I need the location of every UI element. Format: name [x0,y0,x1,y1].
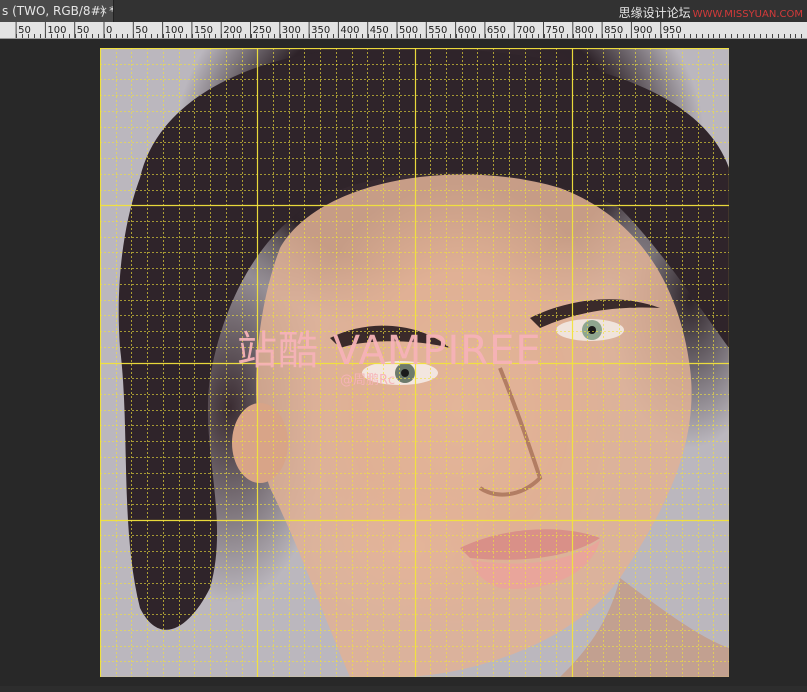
status-strip [0,686,807,692]
ruler-label-1: 50 [135,25,148,36]
site-watermark-english: WWW.MISSYUAN.COM [692,9,803,20]
document-tab-bar: s (TWO, RGB/8#) * × 思缘设计论坛 WWW.MISSYUAN.C… [0,0,807,23]
ruler-label-left-2: 50 [77,25,90,36]
document-tab[interactable]: s (TWO, RGB/8#) * × [0,0,114,22]
site-watermark-chinese: 思缘设计论坛 [618,6,691,20]
overlay-title-text: 站酷 VAMPIREE [237,328,542,374]
overlay-author-text: @周鹏Rc [340,373,396,388]
close-icon[interactable]: × [99,0,108,22]
ruler-label-3: 150 [194,25,213,36]
ruler-label-0: 0 [106,25,112,36]
ruler-label-16: 800 [575,25,594,36]
image-canvas[interactable]: 站酷 VAMPIREE @周鹏Rc [100,48,729,677]
ruler-label-6: 300 [282,25,301,36]
ruler-ticks: 50 100 50 0 50 100 150 200 250 300 350 400 450 500 550… [15,22,802,38]
site-watermark: 思缘设计论坛 WWW.MISSYUAN.COM [619,4,803,21]
horizontal-ruler[interactable]: 50 100 50 0 50 100 150 200 250 300 350 400 450 500 550… [0,22,807,39]
document-tab-title: s (TWO, RGB/8#) * [2,4,114,18]
ruler-label-13: 650 [487,25,506,36]
